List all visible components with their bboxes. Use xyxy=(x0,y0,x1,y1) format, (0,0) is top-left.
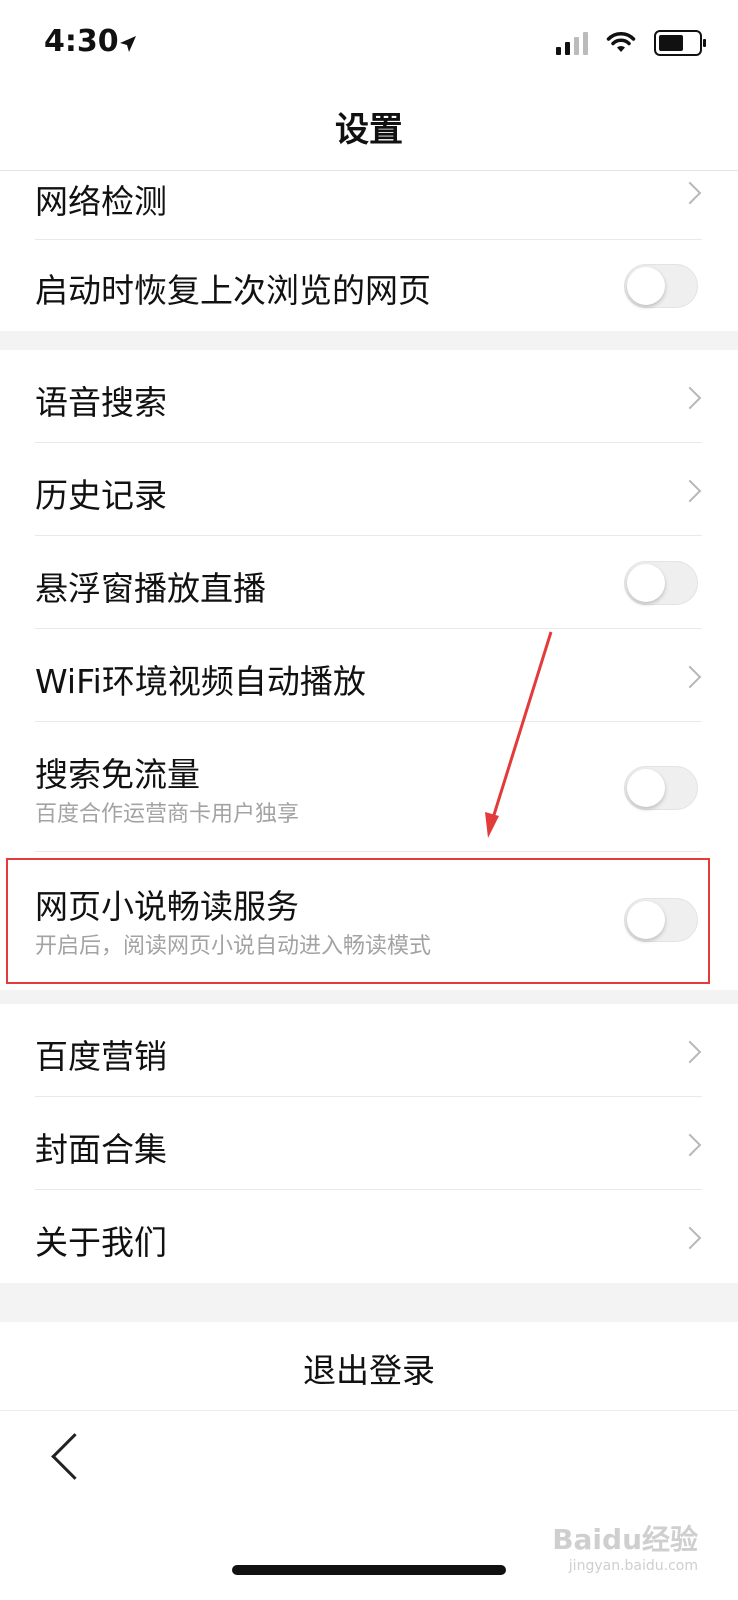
chevron-right-icon xyxy=(678,386,702,410)
cellular-signal-icon xyxy=(556,31,588,55)
section-separator xyxy=(0,1283,738,1322)
settings-row-history[interactable]: 历史记录 xyxy=(0,443,738,536)
back-arrow-icon[interactable] xyxy=(51,1433,98,1480)
nav-bar: 设置 xyxy=(0,92,738,171)
toggle-knob xyxy=(627,564,665,602)
chevron-right-icon xyxy=(678,1040,702,1064)
settings-row-network-check[interactable]: 网络检测 xyxy=(0,171,738,240)
row-label: 网络检测 xyxy=(35,182,167,221)
logout-label: 退出登录 xyxy=(303,1351,435,1390)
row-label: 关于我们 xyxy=(35,1223,167,1262)
settings-row-wifi-autoplay[interactable]: WiFi环境视频自动播放 xyxy=(0,629,738,722)
location-arrow-icon xyxy=(120,36,136,52)
toggle-knob xyxy=(627,901,665,939)
status-time: 4:30 xyxy=(44,24,119,59)
row-label: 历史记录 xyxy=(35,476,167,515)
settings-row-baidu-marketing[interactable]: 百度营销 xyxy=(0,1004,738,1097)
chevron-right-icon xyxy=(678,665,702,689)
home-indicator[interactable] xyxy=(232,1565,506,1575)
settings-row-novel-reading[interactable]: 网页小说畅读服务 开启后，阅读网页小说自动进入畅读模式 xyxy=(0,852,738,990)
battery-icon xyxy=(654,30,706,56)
row-label: 悬浮窗播放直播 xyxy=(35,569,266,608)
restore-pages-toggle[interactable] xyxy=(624,264,698,308)
settings-row-voice-search[interactable]: 语音搜索 xyxy=(0,350,738,443)
row-label: 封面合集 xyxy=(35,1130,167,1169)
row-label: 网页小说畅读服务 xyxy=(35,887,299,926)
chevron-right-icon xyxy=(678,181,702,205)
section-separator xyxy=(0,331,738,350)
toggle-knob xyxy=(627,267,665,305)
row-label: 启动时恢复上次浏览的网页 xyxy=(35,271,431,310)
logout-button[interactable]: 退出登录 xyxy=(0,1322,738,1411)
watermark-url: jingyan.baidu.com xyxy=(568,1558,698,1574)
row-sublabel: 开启后，阅读网页小说自动进入畅读模式 xyxy=(35,934,432,959)
section-separator xyxy=(0,990,738,1004)
settings-row-cover-collection[interactable]: 封面合集 xyxy=(0,1097,738,1190)
watermark-logo: Baidu经验 xyxy=(552,1523,698,1556)
row-label: 语音搜索 xyxy=(35,383,167,422)
chevron-right-icon xyxy=(678,479,702,503)
chevron-right-icon xyxy=(678,1226,702,1250)
floating-live-toggle[interactable] xyxy=(624,561,698,605)
novel-reading-toggle[interactable] xyxy=(624,898,698,942)
free-data-toggle[interactable] xyxy=(624,766,698,810)
toggle-knob xyxy=(627,769,665,807)
page-title: 设置 xyxy=(335,110,403,150)
row-label: 搜索免流量 xyxy=(35,755,200,794)
row-label: WiFi环境视频自动播放 xyxy=(35,662,366,701)
status-bar: 4:30 xyxy=(0,0,738,92)
settings-row-free-data-search[interactable]: 搜索免流量 百度合作运营商卡用户独享 xyxy=(0,722,738,852)
settings-row-about-us[interactable]: 关于我们 xyxy=(0,1190,738,1283)
row-sublabel: 百度合作运营商卡用户独享 xyxy=(35,802,300,827)
row-label: 百度营销 xyxy=(35,1037,167,1076)
wifi-icon xyxy=(606,32,636,52)
settings-row-floating-live[interactable]: 悬浮窗播放直播 xyxy=(0,536,738,629)
settings-row-restore-last-pages[interactable]: 启动时恢复上次浏览的网页 xyxy=(0,240,738,331)
chevron-right-icon xyxy=(678,1133,702,1157)
